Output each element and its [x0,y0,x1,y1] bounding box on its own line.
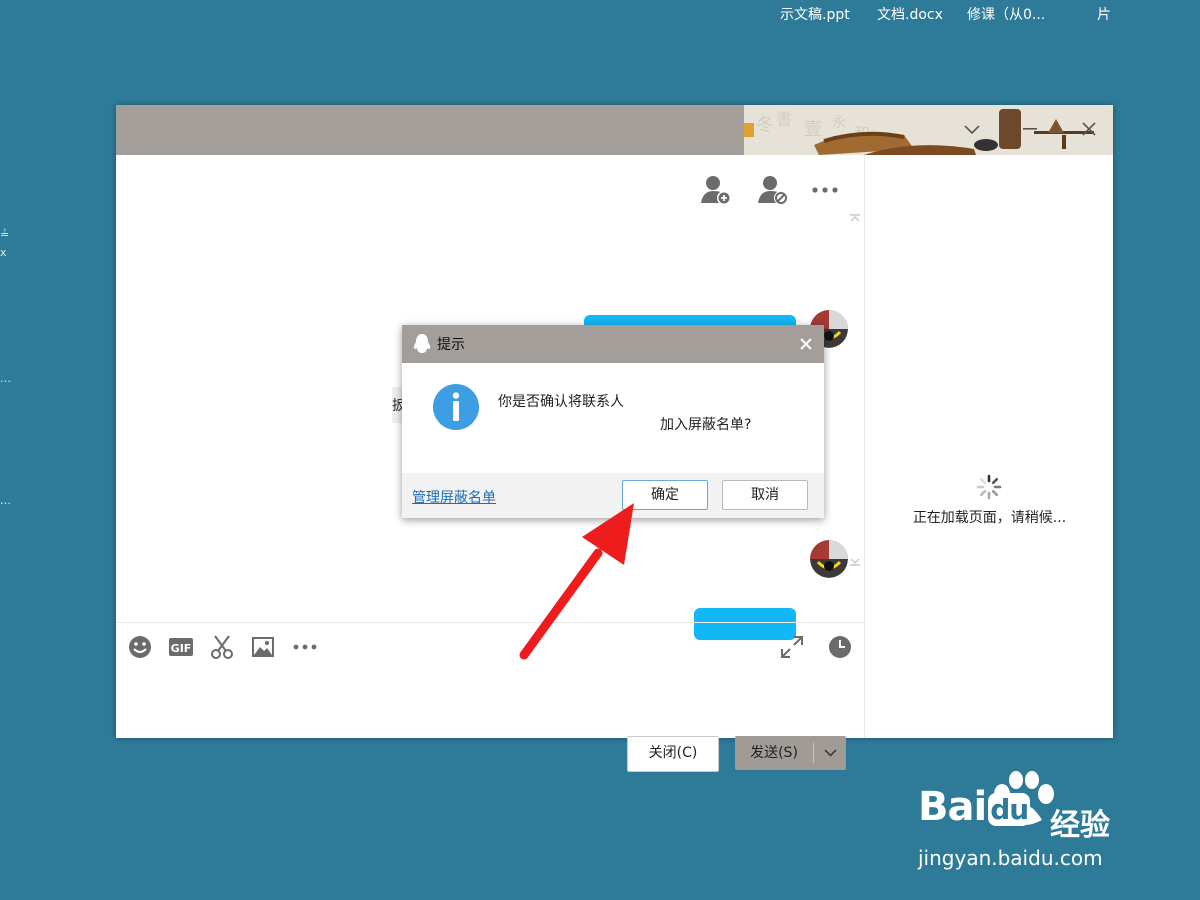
avatar[interactable] [810,540,848,578]
received-message-partial-text: 扳 [392,398,402,414]
watermark-url: jingyan.baidu.com [918,846,1103,870]
red-annotation-arrow [519,503,634,660]
scroll-down-arrow-icon[interactable] [848,557,862,567]
desktop-edge-fragment: … [0,494,11,507]
desktop-file-labels: 示文稿.ppt 文档.docx 修课（从0... 片 [0,4,1200,26]
input-divider [116,622,864,623]
block-contact-icon[interactable] [756,173,790,207]
received-message-partial: 扳 [392,387,402,423]
minimize-icon[interactable] [1018,117,1042,141]
svg-text:永: 永 [832,115,846,131]
chat-title-bar[interactable]: 冬 書 壹 永 和 [116,105,1113,155]
emoji-icon[interactable] [126,633,154,661]
send-button[interactable]: 发送(S) [735,736,846,770]
scroll-up-arrow-icon[interactable] [848,213,862,223]
more-options-icon[interactable] [808,173,842,207]
manage-blocklist-link[interactable]: 管理屏蔽名单 [412,487,496,507]
dialog-title-bar[interactable]: 提示 [402,325,824,363]
confirm-cancel-button[interactable]: 取消 [722,480,808,510]
close-icon[interactable] [1077,117,1101,141]
svg-text:書: 書 [776,110,792,129]
expand-icon[interactable] [778,633,806,661]
desktop-edge-fragment: x [0,246,7,259]
desktop-edge-fragment: … [0,372,11,385]
svg-text:GIF: GIF [171,642,192,655]
chevron-down-icon[interactable] [960,117,984,141]
close-chat-button[interactable]: 关闭(C) [627,736,719,772]
dialog-message-line2: 加入屏蔽名单? [660,417,752,433]
baidu-jingyan-watermark: Bai du 经验 jingyan.baidu.com [918,770,1158,880]
desktop-file-image[interactable]: 片 [1097,4,1111,24]
desktop-file-docx[interactable]: 文档.docx [877,4,943,24]
dialog-message-line1: 你是否确认将联系人 [498,394,624,410]
info-icon [433,384,479,430]
add-contact-icon[interactable] [699,173,733,207]
loading-text: 正在加载页面，请稍候... [912,510,1067,526]
gif-icon[interactable]: GIF [167,633,195,661]
title-banner-image: 冬 書 壹 永 和 [744,105,1113,155]
more-tools-icon[interactable] [291,633,319,661]
send-button-divider [813,743,814,763]
svg-text:冬: 冬 [756,115,774,136]
svg-text:壹: 壹 [804,119,822,140]
image-icon[interactable] [249,633,277,661]
loading-spinner-icon [976,474,1002,500]
desktop-file-ppt[interactable]: 示文稿.ppt [780,4,850,24]
dialog-title: 提示 [437,337,465,353]
dialog-close-icon[interactable] [798,336,814,352]
send-options-chevron-icon[interactable] [815,736,846,770]
desktop-edge-fragment: ≟ [0,228,10,241]
desktop-file-course[interactable]: 修课（从0... [967,4,1045,24]
scissors-icon[interactable] [208,633,236,661]
send-button-label: 发送(S) [750,745,798,761]
watermark-bai: Bai du [918,784,1031,830]
watermark-jingyan: 经验 [1050,808,1110,843]
history-clock-icon[interactable] [826,633,854,661]
confirm-dialog: 提示 你是否确认将联系人 加入屏蔽名单? 管理屏蔽名单 确定 取消 [402,325,824,518]
side-panel: 正在加载页面，请稍候... [864,155,1114,738]
qq-penguin-icon [413,334,431,353]
